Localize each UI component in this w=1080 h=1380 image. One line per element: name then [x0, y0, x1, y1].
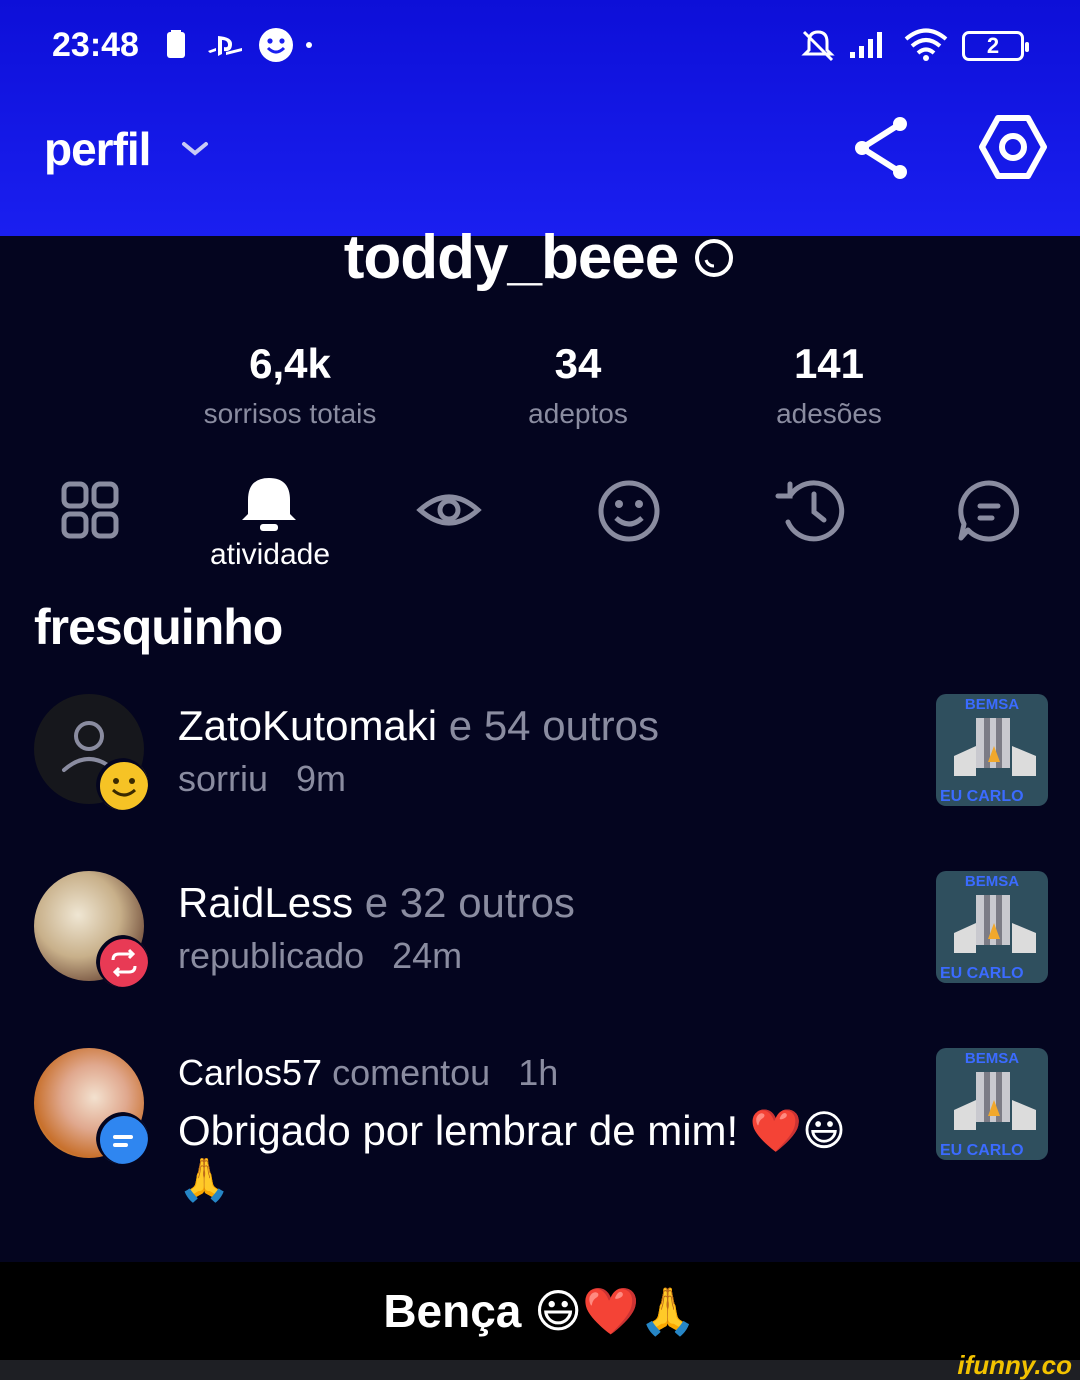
tab-activity-label[interactable]: atividade	[180, 538, 360, 572]
verified-icon[interactable]	[692, 236, 736, 280]
top-bar: 23:48 2 perfil	[0, 0, 1080, 236]
post-thumbnail[interactable]: BEMSA EU CARLO	[936, 1048, 1048, 1160]
stat-subscriptions[interactable]: 141 adesões	[679, 340, 979, 430]
smiley-icon[interactable]	[596, 478, 662, 544]
watermark: ifunny.co	[957, 1350, 1072, 1380]
wifi-icon	[904, 28, 948, 61]
signal-icon	[850, 32, 882, 58]
thumb-caption-top: BEMSA	[964, 696, 1020, 713]
thumb-caption-bottom: EU CARLO	[940, 965, 1024, 982]
playstation-icon	[208, 36, 242, 56]
eye-icon[interactable]	[416, 482, 482, 538]
activity-subtitle: sorriu 9m	[178, 758, 346, 800]
grid-icon[interactable]	[60, 480, 120, 540]
activity-item[interactable]: ZatoKutomaki e 54 outros sorriu 9m BEMSA …	[0, 694, 1080, 814]
activity-title: RaidLess e 32 outros	[178, 879, 575, 927]
battery-indicator: 2	[962, 31, 1029, 61]
comment-text: Obrigado por lembrar de mim! ❤️😃	[178, 1107, 846, 1154]
profile-header: toddy_beee	[0, 222, 1080, 293]
history-icon[interactable]	[774, 476, 846, 544]
activity-time: 9m	[296, 758, 347, 799]
status-time: 23:48	[52, 26, 139, 64]
stat-value: 141	[793, 340, 865, 387]
chevron-down-icon[interactable]	[180, 140, 210, 158]
activity-others: e 54 outros	[437, 702, 659, 749]
activity-action: republicado	[178, 935, 365, 976]
username: toddy_beee	[343, 223, 680, 292]
activity-subtitle: republicado 24m	[178, 935, 462, 977]
activity-title: Carlos57 comentou 1h	[178, 1052, 558, 1094]
bottom-strip	[0, 1360, 1080, 1380]
activity-action: comentou	[332, 1052, 491, 1093]
share-icon[interactable]	[848, 112, 914, 182]
settings-icon[interactable]	[978, 112, 1048, 182]
activity-time: 1h	[518, 1052, 559, 1093]
thumbnail-art	[954, 895, 1036, 953]
activity-title: ZatoKutomaki e 54 outros	[178, 702, 659, 750]
comments-icon[interactable]	[956, 478, 1022, 544]
meme-caption: Bença 😃❤️🙏	[0, 1262, 1080, 1360]
smiley-status-icon	[259, 28, 293, 62]
activity-time: 24m	[392, 935, 463, 976]
comment-text-continued: 🙏	[178, 1156, 231, 1203]
stat-label: sorrisos totais	[203, 398, 377, 429]
dot-icon	[306, 42, 312, 48]
post-thumbnail[interactable]: BEMSA EU CARLO	[936, 694, 1048, 806]
stat-value: 6,4k	[249, 340, 331, 387]
activity-action: sorriu	[178, 758, 269, 799]
page-title[interactable]: perfil	[44, 122, 151, 176]
repost-badge-icon	[96, 935, 148, 987]
thumb-caption-top: BEMSA	[964, 1050, 1020, 1067]
activity-user[interactable]: ZatoKutomaki	[178, 702, 437, 749]
stat-label: adesões	[776, 398, 882, 429]
activity-item[interactable]: RaidLess e 32 outros republicado 24m BEMS…	[0, 871, 1080, 991]
activity-others: e 32 outros	[353, 879, 575, 926]
activity-item[interactable]: Carlos57 comentou 1h Obrigado por lembrar…	[0, 1048, 1080, 1218]
thumb-caption-bottom: EU CARLO	[940, 1142, 1024, 1159]
stat-smiles[interactable]: 6,4k sorrisos totais	[140, 340, 440, 430]
thumb-caption-bottom: EU CARLO	[940, 788, 1024, 805]
thumbnail-art	[954, 718, 1036, 776]
activity-user[interactable]: RaidLess	[178, 879, 353, 926]
thumb-caption-top: BEMSA	[964, 873, 1020, 890]
status-bar: 23:48 2	[0, 0, 1080, 90]
thumbnail-art	[954, 1072, 1036, 1130]
smile-badge-icon	[96, 758, 148, 810]
post-thumbnail[interactable]: BEMSA EU CARLO	[936, 871, 1048, 983]
comment-badge-icon	[96, 1112, 148, 1164]
activity-user[interactable]: Carlos57	[178, 1052, 322, 1093]
bell-muted-icon	[801, 30, 835, 62]
section-title: fresquinho	[34, 599, 283, 655]
bell-icon[interactable]	[238, 474, 300, 536]
sim-icon	[167, 30, 185, 58]
